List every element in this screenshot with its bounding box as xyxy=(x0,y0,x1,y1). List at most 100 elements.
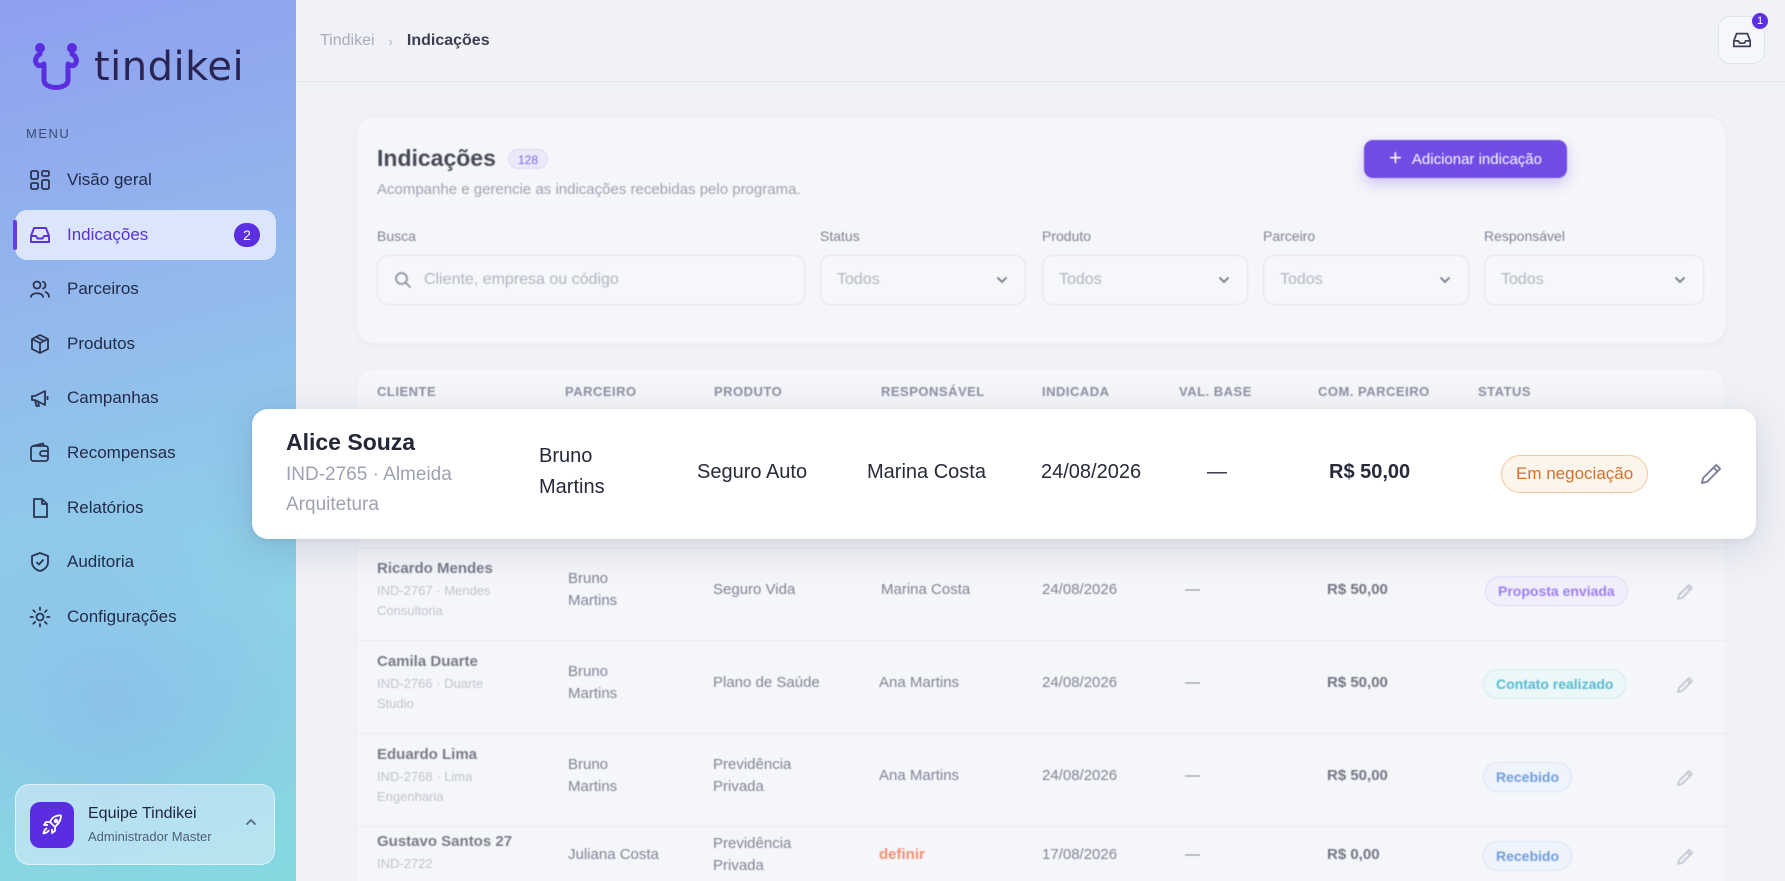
edit-icon[interactable] xyxy=(1675,675,1695,700)
column-header-status[interactable]: STATUS xyxy=(1478,384,1531,399)
product: Plano de Saúde xyxy=(713,674,820,691)
partner-last: Martins xyxy=(539,476,605,498)
sidebar-nav: Visão geral Indicações 2 Parceiros Produ… xyxy=(13,155,276,646)
status-badge: Contato realizado xyxy=(1483,669,1627,699)
sidebar-item-label: Indicações xyxy=(67,224,149,244)
brand-logo[interactable]: tindikei xyxy=(28,40,244,94)
base-value: — xyxy=(1185,581,1200,598)
product-select[interactable]: Todos xyxy=(1042,255,1248,305)
responsible-undefined[interactable]: definir xyxy=(879,844,925,866)
partner: Bruno Martins xyxy=(539,441,605,503)
client-company: Studio xyxy=(377,696,414,711)
partner-last: Martins xyxy=(568,592,618,609)
sidebar-item-recompensas[interactable]: Recompensas xyxy=(15,428,276,478)
responsible: Ana Martins xyxy=(879,767,960,784)
column-header-partner-commission[interactable]: COM. PARCEIRO xyxy=(1318,384,1430,399)
client-name: Gustavo Santos 27 xyxy=(377,833,513,850)
search-icon xyxy=(395,272,411,288)
chevron-down-icon xyxy=(1440,277,1450,284)
sidebar-item-visao-geral[interactable]: Visão geral xyxy=(15,155,276,205)
page-title: Indicações xyxy=(377,145,496,171)
indicated-date: 24/08/2026 xyxy=(1042,767,1118,784)
responsible-select[interactable]: Todos xyxy=(1484,255,1704,305)
breadcrumb-current: Indicações xyxy=(406,32,490,49)
table-row[interactable]: Gustavo Santos 27 IND-2722 Juliana Costa… xyxy=(357,826,1727,881)
search-placeholder: Cliente, empresa ou código xyxy=(424,271,619,288)
responsible: Marina Costa xyxy=(881,581,971,598)
add-indication-label: Adicionar indicação xyxy=(1411,150,1542,168)
sidebar-item-produtos[interactable]: Produtos xyxy=(15,319,276,369)
sidebar-item-parceiros[interactable]: Parceiros xyxy=(15,264,276,314)
column-header-client[interactable]: CLIENTE xyxy=(377,384,436,399)
partner-commission: R$ 50,00 xyxy=(1329,461,1411,483)
sidebar-item-auditoria[interactable]: Auditoria xyxy=(15,537,276,587)
sidebar-item-relatorios[interactable]: Relatórios xyxy=(15,483,276,533)
sidebar-item-label: Produtos xyxy=(67,333,136,353)
table-row[interactable]: Eduardo Lima IND-2768 · Lima Engenharia … xyxy=(357,733,1727,826)
product: Seguro Vida xyxy=(713,581,796,598)
client-details: IND-2765 · Almeida Arquitetura xyxy=(286,460,476,520)
wallet-icon xyxy=(29,442,51,464)
column-header-responsible[interactable]: RESPONSÁVEL xyxy=(881,384,985,399)
notifications-badge: 1 xyxy=(1750,11,1770,31)
sidebar-item-label: Relatórios xyxy=(67,497,144,517)
add-indication-button[interactable]: + Adicionar indicação xyxy=(1364,140,1567,178)
client-name: Ricardo Mendes xyxy=(377,560,493,577)
sidebar-item-campanhas[interactable]: Campanhas xyxy=(15,373,276,423)
base-value: — xyxy=(1185,674,1200,691)
sidebar-item-indicacoes[interactable]: Indicações 2 xyxy=(13,209,276,260)
status-badge: Recebido xyxy=(1483,841,1573,871)
chevron-down-icon xyxy=(1219,277,1229,284)
user-info: Equipe Tindikei Administrador Master xyxy=(88,805,212,844)
column-header-product[interactable]: PRODUTO xyxy=(714,384,782,399)
breadcrumb-root[interactable]: Tindikei xyxy=(320,32,375,50)
product-last: Privada xyxy=(713,778,764,795)
edit-icon[interactable] xyxy=(1675,847,1695,872)
partner-last: Martins xyxy=(568,685,618,702)
search-input[interactable]: Cliente, empresa ou código xyxy=(377,255,805,305)
highlighted-table-row[interactable]: Alice Souza IND-2765 · Almeida Arquitetu… xyxy=(252,409,1756,539)
product: Seguro Auto xyxy=(697,461,808,483)
edit-icon[interactable] xyxy=(1698,461,1724,492)
client-reference: IND-2722 xyxy=(377,856,433,871)
sidebar-item-badge: 2 xyxy=(234,222,260,247)
status-badge: Recebido xyxy=(1483,762,1573,792)
partner-first: Bruno xyxy=(568,663,609,680)
notifications-button[interactable]: 1 xyxy=(1718,11,1770,64)
base-value: — xyxy=(1207,461,1227,483)
status-select[interactable]: Todos xyxy=(820,255,1026,305)
indicated-date: 24/08/2026 xyxy=(1042,581,1118,598)
column-header-base-value[interactable]: VAL. BASE xyxy=(1179,384,1252,399)
user-menu[interactable]: Equipe Tindikei Administrador Master xyxy=(15,784,275,865)
partner-select[interactable]: Todos xyxy=(1263,255,1469,305)
sidebar-item-label: Configurações xyxy=(67,606,177,626)
edit-icon[interactable] xyxy=(1675,768,1695,793)
partner-first: Bruno xyxy=(539,445,593,467)
chevron-right-icon: › xyxy=(388,33,393,49)
client-reference: IND-2765 · Almeida xyxy=(286,464,452,485)
sidebar-item-label: Auditoria xyxy=(67,552,135,572)
megaphone-icon xyxy=(29,387,51,409)
sidebar-item-configuracoes[interactable]: Configurações xyxy=(15,592,276,642)
base-value: — xyxy=(1185,767,1200,784)
grid-icon xyxy=(29,169,51,191)
column-header-date[interactable]: INDICADA xyxy=(1042,384,1110,399)
chevron-down-icon xyxy=(997,277,1007,284)
responsible-filter-label: Responsável xyxy=(1484,228,1565,244)
plus-icon: + xyxy=(1389,145,1402,170)
status-select-value: Todos xyxy=(837,271,880,288)
table-row[interactable]: Ricardo Mendes IND-2767 · Mendes Consult… xyxy=(357,547,1727,640)
indicated-date: 24/08/2026 xyxy=(1042,674,1118,691)
column-header-partner[interactable]: PARCEIRO xyxy=(565,384,637,399)
table-row[interactable]: Camila Duarte IND-2766 · Duarte Studio B… xyxy=(357,640,1727,733)
client-name: Eduardo Lima xyxy=(377,746,478,763)
rocket-icon xyxy=(42,813,62,834)
client-reference: IND-2766 · Duarte xyxy=(377,676,484,691)
partner-select-value: Todos xyxy=(1280,271,1323,288)
menu-heading: MENU xyxy=(26,126,71,141)
topbar: Tindikei › Indicações 1 xyxy=(296,0,1785,82)
brand-name: tindikei xyxy=(94,44,245,90)
filters-card: Indicações 128 Acompanhe e gerencie as i… xyxy=(356,116,1726,344)
client-company: Arquitetura xyxy=(286,494,379,515)
edit-icon[interactable] xyxy=(1675,582,1695,607)
